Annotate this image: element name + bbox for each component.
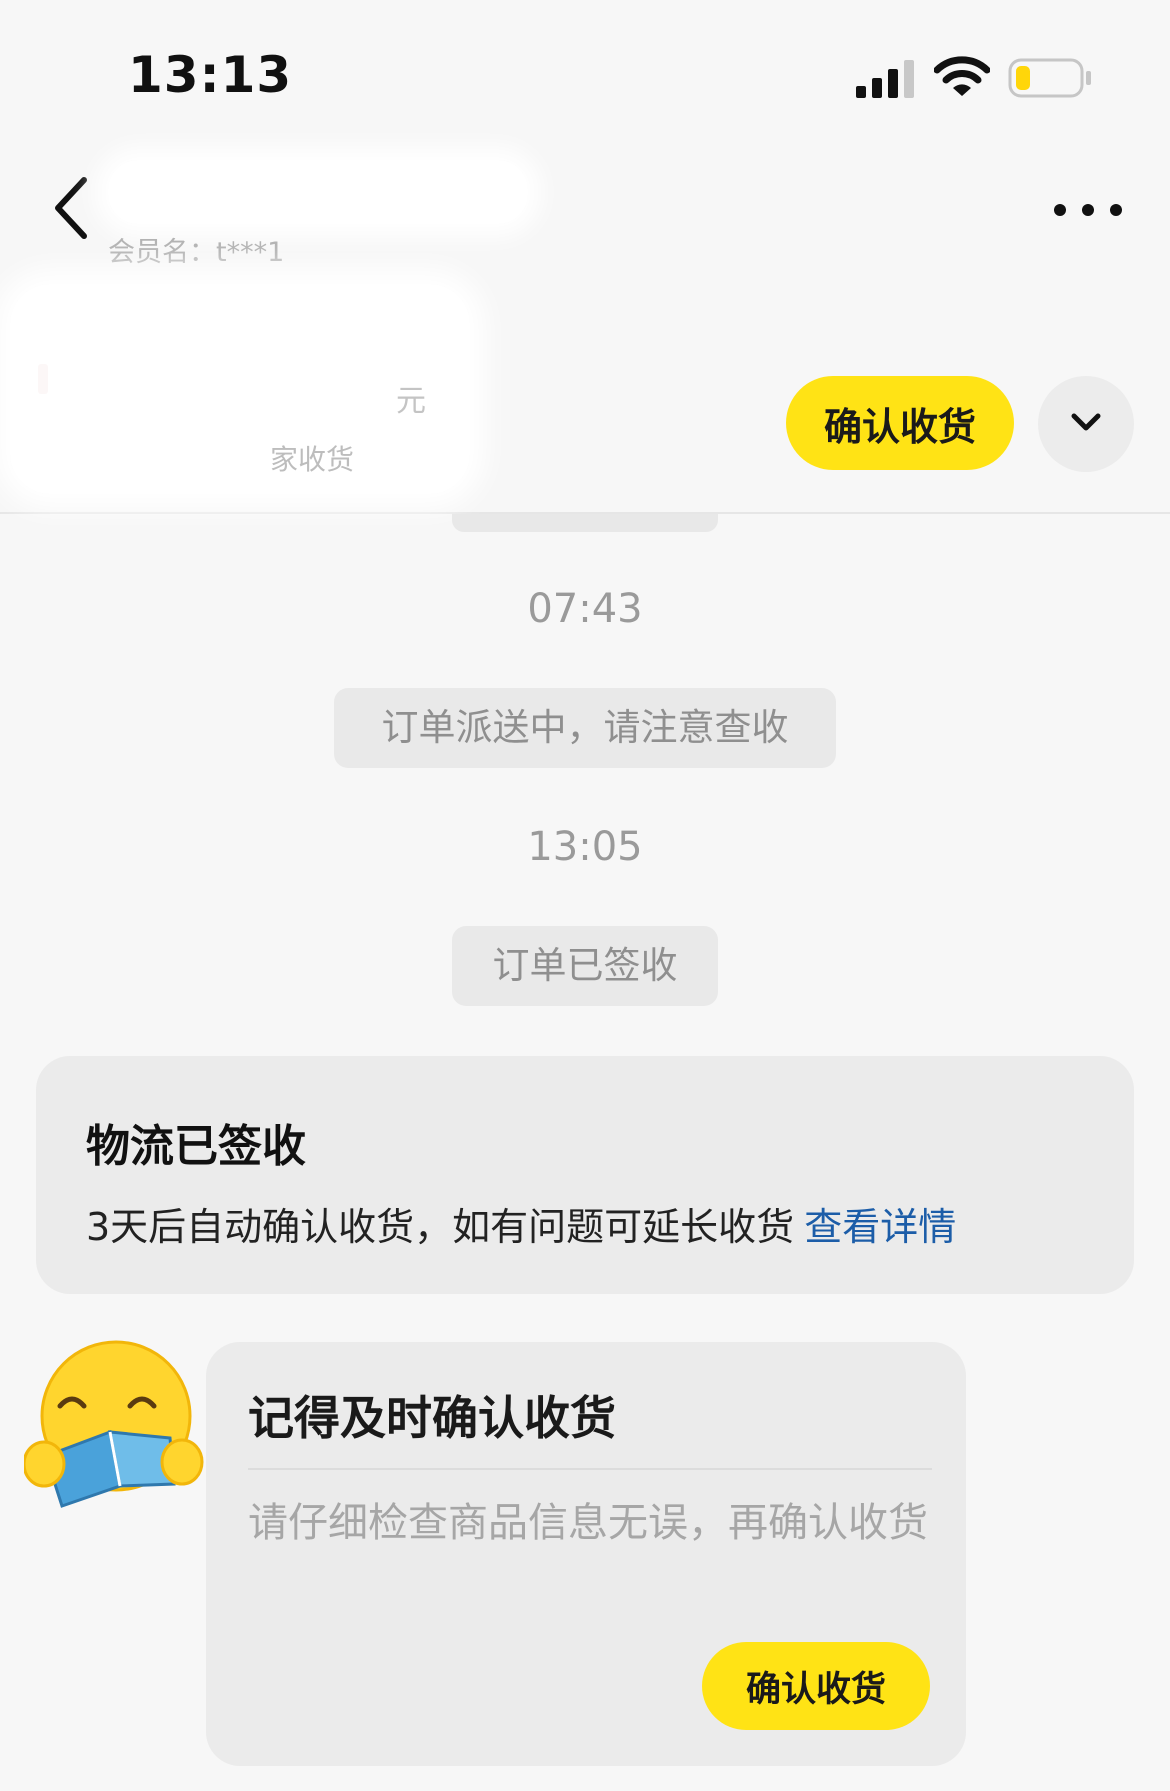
logistics-title: 物流已签收 [86, 1121, 306, 1172]
order-status-fragment: 家收货 [270, 443, 355, 476]
reminder-text: 请仔细检查商品信息无误，再确认收货 [248, 1500, 928, 1546]
blurred-shop-name [108, 160, 528, 224]
reminder-title: 记得及时确认收货 [248, 1391, 616, 1445]
member-name: 会员名：t***1 [108, 237, 285, 268]
more-button[interactable] [1050, 190, 1126, 230]
previous-message-bubble [452, 514, 718, 532]
back-button[interactable] [46, 172, 100, 242]
reminder-card: 记得及时确认收货 请仔细检查商品信息无误，再确认收货 确认收货 [206, 1342, 966, 1766]
wifi-icon [934, 56, 990, 96]
view-details-link[interactable]: 查看详情 [804, 1205, 956, 1249]
logistics-description: 3天后自动确认收货，如有问题可延长收货 查看详情 [86, 1196, 956, 1251]
logistics-desc-text: 3天后自动确认收货，如有问题可延长收货 [86, 1205, 795, 1249]
more-dots-icon [1054, 204, 1122, 216]
confirm-receipt-button[interactable]: 确认收货 [786, 376, 1014, 470]
confirm-receipt-card-button[interactable]: 确认收货 [702, 1642, 930, 1730]
chevron-left-icon [55, 177, 87, 239]
order-summary-bar: 元 家收货 确认收货 [0, 270, 1170, 514]
expand-order-button[interactable] [1038, 376, 1134, 472]
cellular-signal-icon [856, 60, 914, 98]
message-timestamp: 07:43 [527, 586, 643, 632]
system-notice: 订单派送中，请注意查收 [334, 688, 836, 768]
reading-emoji-icon [24, 1340, 204, 1508]
order-price-fragment: 元 [396, 384, 426, 419]
chevron-down-icon [1071, 413, 1101, 431]
nav-bar: 会员名：t***1 [0, 150, 1170, 270]
battery-icon [1008, 58, 1091, 98]
system-notice: 订单已签收 [452, 926, 718, 1006]
message-timestamp: 13:05 [527, 824, 643, 870]
divider [248, 1468, 932, 1470]
status-bar: 13:13 [0, 0, 1170, 150]
logistics-card: 物流已签收 3天后自动确认收货，如有问题可延长收货 查看详情 [36, 1056, 1134, 1294]
status-time: 13:13 [128, 46, 293, 104]
